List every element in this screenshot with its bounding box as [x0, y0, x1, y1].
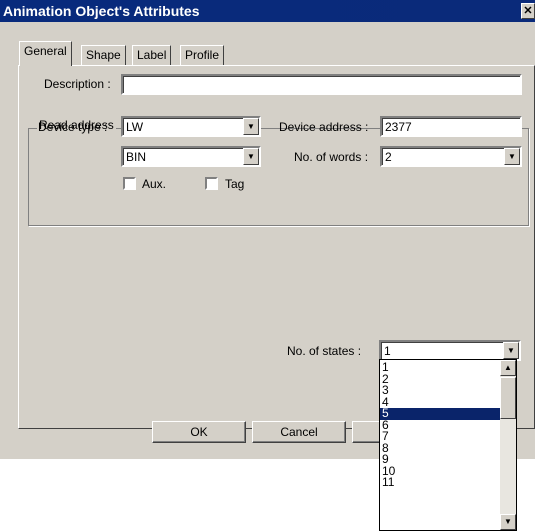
- chevron-down-icon[interactable]: ▼: [504, 148, 520, 165]
- no-of-states-value: 1: [384, 344, 391, 358]
- no-of-states-dropdown-list[interactable]: 1 2 3 4 5 6 7 8 9 10 11 ▲ ▼: [379, 359, 517, 531]
- dropdown-option[interactable]: 4: [380, 396, 501, 409]
- dropdown-option[interactable]: 11: [380, 476, 501, 489]
- format-select[interactable]: BIN ▼: [121, 146, 261, 167]
- scroll-up-icon[interactable]: ▲: [500, 360, 516, 376]
- dropdown-option[interactable]: 8: [380, 442, 501, 455]
- device-type-value: LW: [126, 120, 144, 134]
- dropdown-option[interactable]: 1: [380, 361, 501, 374]
- dropdown-option[interactable]: 6: [380, 419, 501, 432]
- description-field[interactable]: [121, 74, 522, 95]
- device-address-field[interactable]: 2377: [380, 116, 522, 137]
- format-value: BIN: [126, 150, 147, 164]
- window-title: Animation Object's Attributes: [3, 3, 200, 19]
- tab-shape[interactable]: Shape: [81, 45, 126, 65]
- no-of-states-label: No. of states :: [287, 344, 362, 358]
- dropdown-option[interactable]: 2: [380, 373, 501, 386]
- description-label: Description :: [44, 77, 111, 91]
- ok-button[interactable]: OK: [152, 421, 246, 443]
- chevron-down-icon[interactable]: ▼: [503, 342, 519, 359]
- dropdown-option[interactable]: 5: [380, 407, 501, 420]
- close-icon[interactable]: ✕: [521, 3, 535, 19]
- read-address-group: [28, 128, 529, 226]
- scroll-down-icon[interactable]: ▼: [500, 514, 516, 530]
- no-of-states-select[interactable]: 1 ▼: [379, 340, 521, 361]
- aux-label: Aux.: [142, 177, 167, 191]
- dropdown-option[interactable]: 10: [380, 465, 501, 478]
- device-type-label: Device type :: [38, 120, 108, 134]
- no-of-words-value: 2: [385, 150, 392, 164]
- cancel-button[interactable]: Cancel: [252, 421, 346, 443]
- aux-checkbox[interactable]: [123, 177, 136, 190]
- chevron-down-icon[interactable]: ▼: [243, 118, 259, 135]
- device-type-select[interactable]: LW ▼: [121, 116, 261, 137]
- tab-label[interactable]: Label: [132, 45, 172, 65]
- dropdown-option[interactable]: 7: [380, 430, 501, 443]
- title-bar: Animation Object's Attributes ✕: [0, 0, 535, 22]
- dropdown-scrollbar[interactable]: ▲ ▼: [500, 360, 516, 530]
- device-address-label: Device address :: [279, 120, 369, 134]
- no-of-words-select[interactable]: 2 ▼: [380, 146, 522, 167]
- scroll-thumb[interactable]: [500, 377, 516, 419]
- tag-checkbox[interactable]: [205, 177, 218, 190]
- tab-general[interactable]: General: [19, 41, 72, 66]
- dropdown-option[interactable]: 9: [380, 453, 501, 466]
- chevron-down-icon[interactable]: ▼: [243, 148, 259, 165]
- dropdown-items: 1 2 3 4 5 6 7 8 9 10 11: [380, 361, 501, 489]
- tab-profile[interactable]: Profile: [180, 45, 225, 65]
- dropdown-option[interactable]: 3: [380, 384, 501, 397]
- no-of-words-label: No. of words :: [294, 150, 369, 164]
- tag-label: Tag: [225, 177, 245, 191]
